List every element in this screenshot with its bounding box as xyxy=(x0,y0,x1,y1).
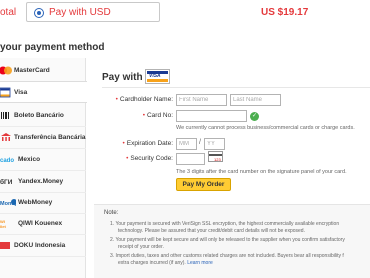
order-amount: US $19.17 xyxy=(261,7,309,18)
method-qiwi[interactable]: WI llet QIWI Kouenex xyxy=(0,213,86,235)
pay-usd-option[interactable]: Pay with USD xyxy=(26,2,160,22)
method-transferencia[interactable]: Transferência Bancária xyxy=(0,127,86,149)
note-line: 1. Your payment is secured with VeriSign… xyxy=(110,221,340,227)
payment-page: otal Pay with USD US $19.17 your payment… xyxy=(0,0,370,278)
method-yandex[interactable]: бГИ Yandex.Money xyxy=(0,171,86,193)
pay-usd-label: Pay with USD xyxy=(49,7,111,18)
visa-card-icon: VISA xyxy=(145,69,170,84)
cvv-card-icon: 123 xyxy=(208,151,223,162)
note-line: technology. Please be assured that your … xyxy=(118,228,305,234)
payment-method-list: MasterCard Visa Boleto Bancário Transfer… xyxy=(0,58,88,278)
method-label: Transferência Bancária xyxy=(14,134,86,141)
method-label: WebMoney xyxy=(18,199,53,206)
expiry-month-input[interactable] xyxy=(176,138,197,150)
method-doku[interactable]: DOKU Indonesia xyxy=(0,235,86,257)
bank-transfer-icon xyxy=(0,132,12,143)
qiwi-icon: WI llet xyxy=(0,218,16,229)
card-number-input[interactable] xyxy=(176,110,247,122)
svg-text:llet: llet xyxy=(0,224,6,229)
radio-selected-icon[interactable] xyxy=(34,8,44,18)
method-label: Visa xyxy=(14,89,28,96)
security-label: • Security Code: xyxy=(126,155,173,162)
learn-more-link[interactable]: Learn more xyxy=(187,260,213,266)
security-hint: The 3 digits after the card number on th… xyxy=(176,169,347,175)
method-label: DOKU Indonesia xyxy=(14,242,66,249)
method-webmoney[interactable]: Money WebMoney xyxy=(0,192,86,214)
form-title: Pay with xyxy=(102,72,143,83)
divider xyxy=(102,87,370,88)
mercadopago-icon: cado xyxy=(0,154,14,165)
svg-text:бГИ: бГИ xyxy=(0,178,13,186)
date-separator: / xyxy=(199,139,201,146)
check-icon: ✓ xyxy=(250,112,259,121)
method-label: Yandex.Money xyxy=(18,178,64,185)
expiry-year-input[interactable] xyxy=(204,138,225,150)
pay-my-order-button[interactable]: Pay My Order xyxy=(176,178,231,191)
visa-icon xyxy=(0,87,12,98)
method-label: MasterCard xyxy=(14,67,50,74)
boleto-icon xyxy=(0,110,12,121)
note-box: Note: 1. Your payment is secured with Ve… xyxy=(94,204,370,278)
card-no-label: • Card No: xyxy=(142,112,173,119)
section-title: your payment method xyxy=(0,42,105,53)
card-payment-form: Pay with VISA •Cardholder Name: •Card No… xyxy=(87,58,370,278)
card-no-hint: We currently cannot process business/com… xyxy=(176,125,355,131)
method-mexico[interactable]: cado Mexico xyxy=(0,149,86,171)
expiration-label: • Expiration Date: xyxy=(122,140,173,147)
security-code-input[interactable] xyxy=(176,153,205,165)
total-label: otal xyxy=(0,7,17,18)
mastercard-icon xyxy=(0,65,12,76)
note-line: receipt of your order. xyxy=(118,244,164,250)
method-label: QIWI Kouenex xyxy=(18,220,63,227)
svg-text:cado: cado xyxy=(0,158,14,164)
cardholder-label: • Cardholder Name: xyxy=(115,96,173,103)
note-title: Note: xyxy=(104,210,119,216)
note-line: 2. Your payment will be kept secure and … xyxy=(110,237,345,243)
last-name-input[interactable] xyxy=(230,94,281,106)
note-line: extra charges incurred (if any). Learn m… xyxy=(118,260,213,266)
method-mastercard[interactable]: MasterCard xyxy=(0,60,86,82)
method-label: Mexico xyxy=(18,156,41,163)
doku-icon xyxy=(0,240,12,251)
first-name-input[interactable] xyxy=(176,94,227,106)
method-visa[interactable]: Visa xyxy=(0,81,88,103)
yandex-icon: бГИ xyxy=(0,176,16,187)
webmoney-icon: Money xyxy=(0,197,18,208)
method-boleto[interactable]: Boleto Bancário xyxy=(0,105,86,127)
order-total-bar: otal Pay with USD US $19.17 xyxy=(0,0,370,26)
method-label: Boleto Bancário xyxy=(14,112,64,119)
note-line: 3. Import duties, taxes and other custom… xyxy=(110,253,344,259)
